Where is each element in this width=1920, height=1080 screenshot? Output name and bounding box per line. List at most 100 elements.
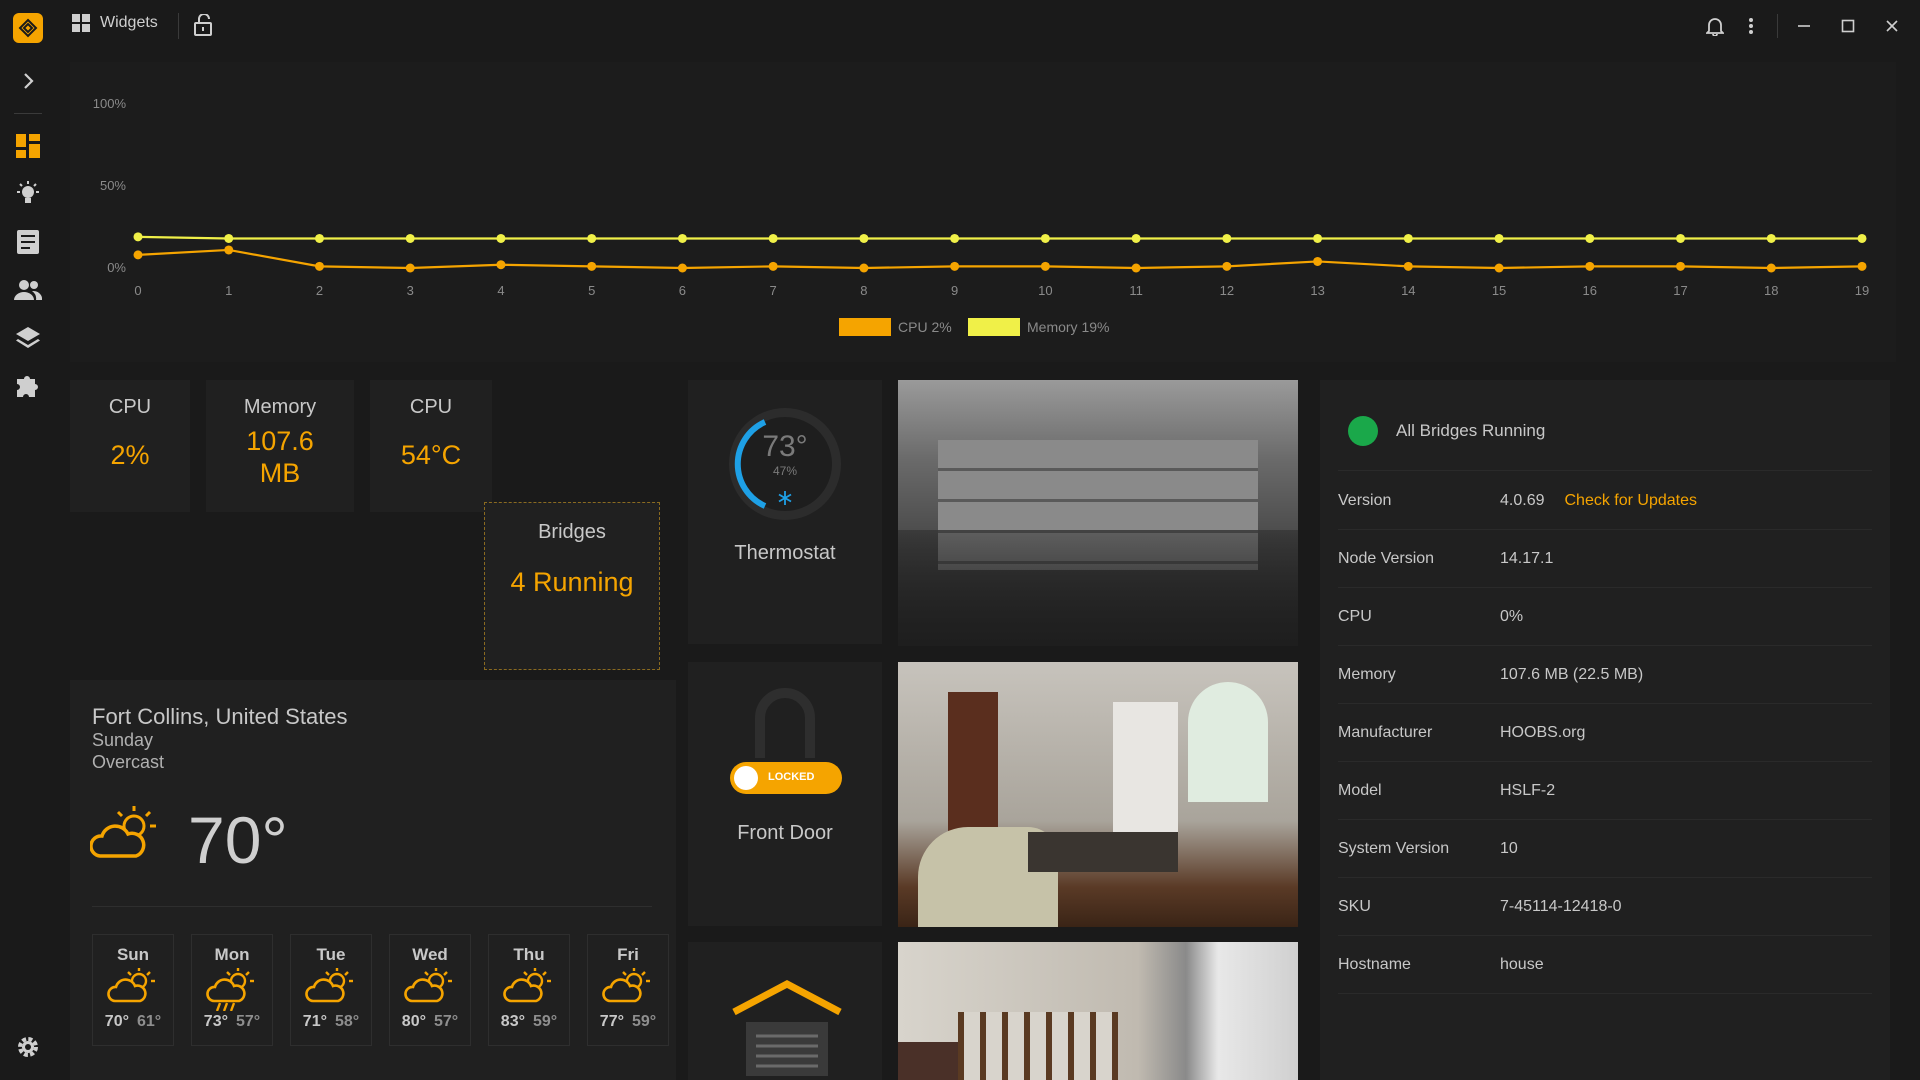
x-tick-label: 6 — [679, 283, 686, 298]
data-point — [224, 233, 234, 243]
garage-door-tile[interactable] — [688, 942, 882, 1080]
partly-sunny-icon — [93, 965, 173, 1013]
divider — [178, 13, 179, 39]
dashboard-icon — [72, 14, 90, 32]
bell-icon[interactable] — [1697, 12, 1733, 40]
sidebar-item-dashboard[interactable] — [14, 132, 42, 160]
weather-location: Fort Collins, United States — [92, 704, 348, 729]
close-icon[interactable] — [1874, 12, 1910, 40]
data-point — [1766, 263, 1776, 273]
x-tick-label: 15 — [1492, 283, 1506, 298]
cpu-usage-tile[interactable]: CPU 2% — [70, 380, 190, 512]
data-point — [405, 233, 415, 243]
garage-camera-feed[interactable] — [898, 380, 1298, 646]
legend-swatch — [968, 318, 1020, 336]
minimize-icon[interactable] — [1786, 12, 1822, 40]
x-tick-label: 18 — [1764, 283, 1778, 298]
forecast-high: 80° — [401, 1013, 426, 1030]
info-row: Model HSLF-2 — [1338, 762, 1872, 820]
forecast-high: 70° — [104, 1013, 129, 1030]
x-tick-label: 9 — [951, 283, 958, 298]
series-line-cpu — [137, 248, 1863, 270]
y-tick-label: 100% — [93, 96, 127, 111]
legend-label: Memory 19% — [1027, 319, 1109, 335]
snowflake-icon — [777, 490, 793, 511]
info-row: System Version 10 — [1338, 820, 1872, 878]
info-row: Manufacturer HOOBS.org — [1338, 704, 1872, 762]
data-point — [768, 261, 778, 271]
forecast-temps: 83° 59° — [489, 1013, 569, 1031]
data-point — [133, 232, 143, 242]
data-point — [1222, 233, 1232, 243]
forecast-temps: 80° 57° — [390, 1013, 470, 1031]
sidebar-item-plugins[interactable] — [14, 372, 42, 400]
x-tick-label: 13 — [1310, 283, 1324, 298]
data-point — [405, 263, 415, 273]
memory-title: Memory — [243, 396, 317, 418]
forecast-day-name: Tue — [316, 945, 346, 964]
info-key: Manufacturer — [1338, 723, 1433, 741]
x-tick-label: 1 — [225, 283, 232, 298]
legend-label: CPU 2% — [898, 319, 952, 335]
sun-rain-icon — [192, 965, 272, 1013]
info-value: 10 — [1500, 839, 1518, 857]
widgets-menu[interactable]: Widgets — [72, 14, 158, 32]
cpu-usage-title: CPU — [108, 396, 152, 418]
settings-gear-icon[interactable] — [14, 1033, 42, 1061]
hallway-camera-feed[interactable] — [898, 942, 1298, 1080]
x-tick-label: 3 — [407, 283, 414, 298]
data-point — [950, 261, 960, 271]
info-key: SKU — [1338, 897, 1371, 915]
unlock-icon[interactable] — [193, 13, 213, 41]
users-icon — [14, 280, 42, 300]
info-value: 0% — [1500, 607, 1524, 625]
sidebar-item-accessories[interactable] — [14, 180, 42, 208]
info-key: Version — [1338, 491, 1392, 509]
bridges-tile[interactable]: Bridges 4 Running — [484, 502, 660, 670]
camera-white-door — [1113, 702, 1178, 852]
data-point — [1857, 261, 1867, 271]
toggle-knob — [734, 766, 758, 790]
info-key: Node Version — [1338, 549, 1435, 567]
forecast-low: 59° — [533, 1013, 558, 1030]
data-point — [1494, 263, 1504, 273]
sidebar-item-users[interactable] — [14, 276, 42, 304]
memory-tile[interactable]: Memory 107.6 MB — [206, 380, 354, 512]
info-row: Version 4.0.69 Check for Updates — [1338, 472, 1872, 530]
forecast-high: 83° — [500, 1013, 525, 1030]
partly-sunny-icon — [390, 965, 470, 1013]
hoobs-logo-icon[interactable] — [13, 13, 43, 43]
forecast-temps: 77° 59° — [588, 1013, 668, 1031]
living-room-camera-feed[interactable] — [898, 662, 1298, 927]
forecast-temps: 71° 58° — [291, 1013, 371, 1031]
partly-sunny-icon — [588, 965, 668, 1013]
more-vertical-icon[interactable] — [1733, 12, 1769, 40]
data-point — [1131, 233, 1141, 243]
lock-toggle[interactable]: LOCKED — [730, 762, 842, 794]
y-tick-label: 50% — [100, 178, 126, 193]
forecast-day: Fri 77° 59° — [587, 934, 669, 1046]
check-updates-link[interactable]: Check for Updates — [1564, 492, 1697, 510]
forecast-low: 61° — [137, 1013, 162, 1030]
divider — [1777, 14, 1778, 38]
data-point — [1585, 233, 1595, 243]
data-point — [1857, 233, 1867, 243]
data-point — [677, 263, 687, 273]
data-point — [768, 233, 778, 243]
chevron-right-icon[interactable] — [14, 67, 42, 95]
thermostat-tile[interactable]: 73° 47% Thermostat — [688, 380, 882, 644]
maximize-icon[interactable] — [1830, 12, 1866, 40]
x-tick-label: 4 — [497, 283, 504, 298]
data-point — [950, 233, 960, 243]
data-point — [1676, 233, 1686, 243]
cpu-temp-tile[interactable]: CPU 54°C — [370, 380, 492, 512]
sidebar-item-log[interactable] — [14, 228, 42, 256]
data-point — [1131, 263, 1141, 273]
front-door-lock-tile[interactable]: LOCKED Front Door — [688, 662, 882, 926]
forecast-day-name: Wed — [412, 945, 448, 964]
forecast-low: 57° — [434, 1013, 459, 1030]
divider — [14, 113, 42, 114]
data-point — [1403, 261, 1413, 271]
sidebar-item-bridges[interactable] — [14, 324, 42, 352]
forecast-day-name: Fri — [617, 945, 639, 964]
